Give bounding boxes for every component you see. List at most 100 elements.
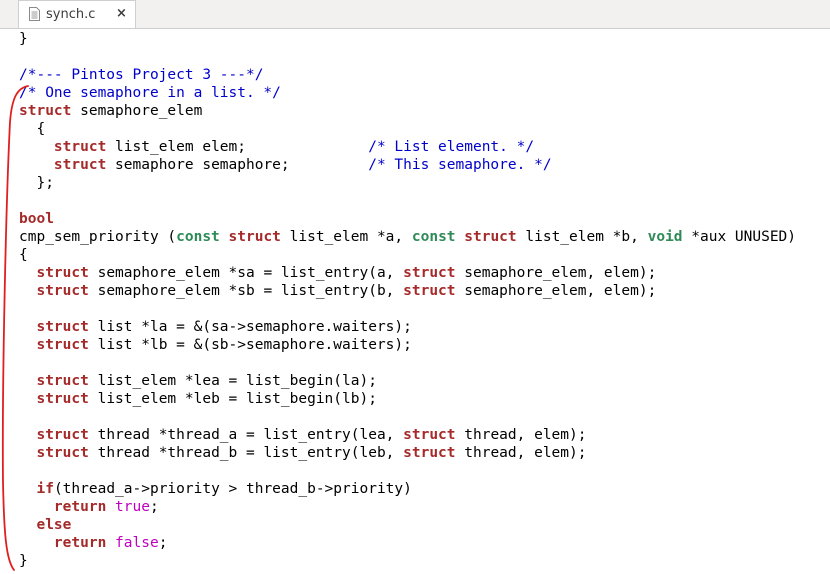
- code-text: thread *thread_a = list_entry(lea,: [88, 427, 404, 443]
- code-text: semaphore_elem *sb = list_entry(b,: [88, 283, 404, 299]
- keyword: struct: [19, 103, 72, 119]
- code-text: {: [19, 247, 28, 263]
- code-text: list *la = &(sa->semaphore.waiters);: [88, 319, 412, 335]
- code-text: semaphore_elem *sa = list_entry(a,: [88, 265, 404, 281]
- keyword: struct: [53, 157, 107, 173]
- code-line[interactable]: [19, 192, 796, 210]
- keyword: struct: [464, 229, 517, 245]
- text-file-icon: [29, 7, 40, 21]
- keyword: struct: [403, 265, 456, 281]
- comment: /*--- Pintos Project 3 ---*/: [19, 67, 264, 83]
- code-line[interactable]: {: [19, 120, 796, 138]
- keyword: struct: [36, 319, 89, 335]
- keyword: struct: [36, 283, 89, 299]
- code-line[interactable]: [19, 354, 796, 372]
- code-text: };: [19, 175, 54, 191]
- keyword: if: [36, 481, 54, 497]
- code-line[interactable]: /* One semaphore in a list. */: [19, 84, 796, 102]
- keyword: struct: [403, 283, 456, 299]
- keyword: return: [53, 535, 107, 551]
- keyword: struct: [36, 265, 89, 281]
- keyword: struct: [36, 445, 89, 461]
- keyword: struct: [36, 373, 89, 389]
- code-text: *aux UNUSED): [682, 229, 797, 245]
- code-line[interactable]: struct list_elem elem; /* List element. …: [19, 138, 796, 156]
- code-line[interactable]: [19, 462, 796, 480]
- code-text: semaphore_elem, elem);: [455, 283, 657, 299]
- code-line[interactable]: struct semaphore_elem *sa = list_entry(a…: [19, 264, 796, 282]
- keyword: struct: [36, 427, 89, 443]
- literal: true: [115, 499, 150, 515]
- keyword: else: [36, 517, 72, 533]
- code-text: }: [19, 31, 28, 47]
- code-line[interactable]: else: [19, 516, 796, 534]
- code-text: semaphore_elem, elem);: [455, 265, 657, 281]
- code-text: ;: [158, 535, 168, 551]
- code-line[interactable]: /*--- Pintos Project 3 ---*/: [19, 66, 796, 84]
- tab-synch-c[interactable]: synch.c ×: [18, 0, 136, 28]
- keyword: struct: [36, 391, 89, 407]
- code-text: thread, elem);: [455, 427, 587, 443]
- code-line[interactable]: [19, 48, 796, 66]
- code-text: }: [19, 553, 28, 569]
- code-line[interactable]: [19, 300, 796, 318]
- type-keyword: void: [647, 229, 683, 245]
- code-line[interactable]: struct semaphore_elem: [19, 102, 796, 120]
- keyword: struct: [36, 337, 89, 353]
- code-editor[interactable]: } /*--- Pintos Project 3 ---*/ /* One sema…: [19, 30, 796, 570]
- code-line[interactable]: bool: [19, 210, 796, 228]
- code-line[interactable]: };: [19, 174, 796, 192]
- code-line[interactable]: struct list_elem *leb = list_begin(lb);: [19, 390, 796, 408]
- code-line[interactable]: [19, 408, 796, 426]
- code-line[interactable]: struct thread *thread_a = list_entry(lea…: [19, 426, 796, 444]
- code-line[interactable]: }: [19, 30, 796, 48]
- comment: /* List element. */: [368, 139, 535, 155]
- code-text: list_elem *lea = list_begin(la);: [88, 373, 377, 389]
- close-icon[interactable]: ×: [116, 6, 127, 21]
- keyword: return: [53, 499, 107, 515]
- code-text: list_elem *a,: [280, 229, 412, 245]
- code-text: thread, elem);: [455, 445, 587, 461]
- code-text: (thread_a->priority > thread_b->priority…: [53, 481, 412, 497]
- code-line[interactable]: struct semaphore_elem *sb = list_entry(b…: [19, 282, 796, 300]
- code-line[interactable]: {: [19, 246, 796, 264]
- code-line[interactable]: struct list_elem *lea = list_begin(la);: [19, 372, 796, 390]
- keyword: struct: [403, 445, 456, 461]
- code-text: semaphore semaphore;: [106, 157, 369, 173]
- comment: /* This semaphore. */: [368, 157, 552, 173]
- code-line[interactable]: struct thread *thread_b = list_entry(leb…: [19, 444, 796, 462]
- code-line[interactable]: cmp_sem_priority (const struct list_elem…: [19, 228, 796, 246]
- code-line[interactable]: return false;: [19, 534, 796, 552]
- code-text: list_elem *leb = list_begin(lb);: [88, 391, 377, 407]
- keyword: struct: [403, 427, 456, 443]
- code-text: list_elem *b,: [516, 229, 648, 245]
- keyword: struct: [228, 229, 281, 245]
- comment: /* One semaphore in a list. */: [19, 85, 281, 101]
- keyword: bool: [19, 211, 54, 227]
- code-line[interactable]: struct list *lb = &(sb->semaphore.waiter…: [19, 336, 796, 354]
- code-line[interactable]: struct list *la = &(sa->semaphore.waiter…: [19, 318, 796, 336]
- code-line[interactable]: struct semaphore semaphore; /* This sema…: [19, 156, 796, 174]
- literal: false: [115, 535, 159, 551]
- type-keyword: const: [411, 229, 456, 245]
- code-line[interactable]: return true;: [19, 498, 796, 516]
- code-line[interactable]: }: [19, 552, 796, 570]
- keyword: struct: [53, 139, 107, 155]
- code-line[interactable]: if(thread_a->priority > thread_b->priori…: [19, 480, 796, 498]
- code-text: semaphore_elem: [71, 103, 203, 119]
- code-text: {: [19, 121, 46, 137]
- code-text: list_elem elem;: [106, 139, 369, 155]
